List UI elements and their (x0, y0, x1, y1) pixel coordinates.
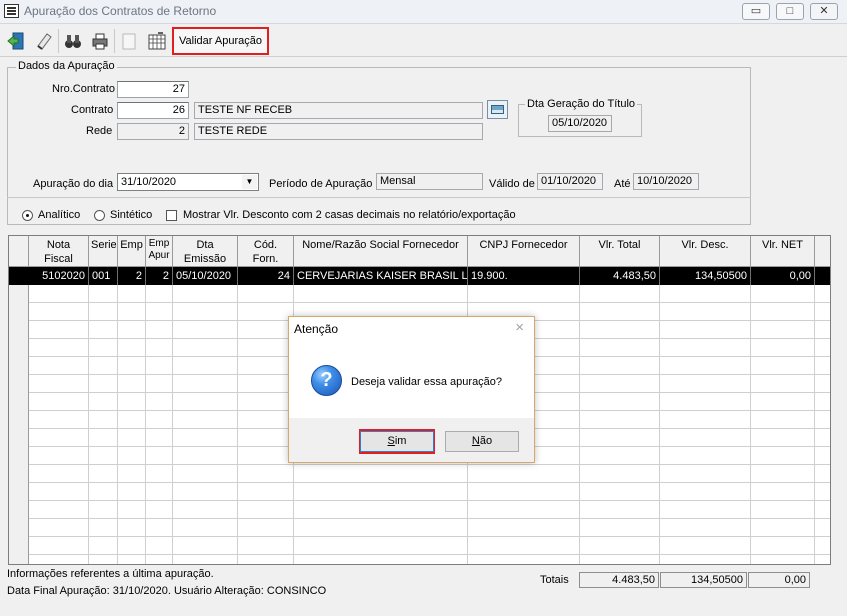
dialog-close-icon[interactable]: × (515, 319, 524, 336)
ate-field: 10/10/2020 (633, 173, 699, 190)
dialog-message: Deseja validar essa apuração? (351, 376, 503, 388)
header-nome-fornecedor[interactable]: Nome/Razão Social Fornecedor (294, 236, 468, 267)
header-serie[interactable]: Serie (89, 236, 118, 267)
periodo-field: Mensal (376, 173, 483, 190)
header-vlr-net[interactable]: Vlr. NET (751, 236, 815, 267)
cell-nome-fornecedor[interactable]: CERVEJARIAS KAISER BRASIL LT (294, 267, 468, 285)
restore-button[interactable]: □ (776, 3, 804, 20)
table-row[interactable]: 5102020 001 2 2 05/10/2020 24 CERVEJARIA… (9, 267, 830, 285)
header-dta-emissao[interactable]: Dta Emissão (173, 236, 238, 267)
nro-contrato-field[interactable]: 27 (117, 81, 189, 98)
totais-label: Totais (540, 574, 569, 586)
dialog-button-bar: Sim Não (289, 418, 534, 462)
document-icon[interactable] (116, 28, 142, 54)
apuracao-dia-select[interactable]: 31/10/2020 ▼ (117, 173, 259, 191)
cell-vlr-net[interactable]: 0,00 (751, 267, 815, 285)
chevron-down-icon[interactable]: ▼ (242, 175, 257, 189)
dta-geracao-field: 05/10/2020 (548, 115, 612, 132)
calendar-grid-icon[interactable] (144, 28, 170, 54)
periodo-label: Período de Apuração (269, 178, 373, 190)
apuracao-dia-label: Apuração do dia (33, 178, 114, 190)
header-vlr-total[interactable]: Vlr. Total (580, 236, 660, 267)
contrato-name-field: TESTE NF RECEB (194, 102, 483, 119)
cell-vlr-desc[interactable]: 134,50500 (660, 267, 751, 285)
close-button[interactable]: ✕ (810, 3, 838, 20)
contract-lookup-button[interactable] (487, 100, 508, 119)
total-net-field: 0,00 (748, 572, 810, 588)
header-vlr-desc[interactable]: Vlr. Desc. (660, 236, 751, 267)
binoculars-icon[interactable] (60, 28, 86, 54)
mostrar-desconto-checkbox[interactable] (166, 210, 177, 221)
contrato-label: Contrato (71, 104, 114, 116)
sintetico-label[interactable]: Sintético (110, 209, 152, 221)
app-window-icon (4, 4, 19, 18)
question-icon: ? (311, 365, 342, 396)
section-divider (7, 197, 751, 198)
cell-cod-forn[interactable]: 24 (238, 267, 294, 285)
cell-vlr-total[interactable]: 4.483,50 (580, 267, 660, 285)
row-selector-header (9, 236, 29, 267)
rede-field: 2 (117, 123, 189, 140)
contrato-field[interactable]: 26 (117, 102, 189, 119)
list-icon (491, 105, 504, 114)
toolbar-separator (114, 29, 115, 53)
analitico-radio[interactable] (22, 210, 33, 221)
dialog-title: Atenção (294, 322, 339, 336)
eraser-icon[interactable] (31, 28, 57, 54)
header-cod-forn[interactable]: Cód. Forn. (238, 236, 294, 267)
row-selector-column[interactable] (9, 267, 29, 564)
header-emp-apur[interactable]: Emp Apur (146, 236, 173, 267)
valido-de-field: 01/10/2020 (537, 173, 603, 190)
cell-nota-fiscal[interactable]: 5102020 (29, 267, 89, 285)
toolbar-separator (58, 29, 59, 53)
header-nota-fiscal[interactable]: Nota Fiscal (29, 236, 89, 267)
nao-button[interactable]: Não (445, 431, 519, 452)
cell-serie[interactable]: 001 (89, 267, 118, 285)
window-title: Apuração dos Contratos de Retorno (24, 4, 217, 18)
sim-button[interactable]: Sim (360, 431, 434, 452)
mostrar-desconto-label[interactable]: Mostrar Vlr. Desconto com 2 casas decima… (183, 209, 516, 221)
group-title: Dados da Apuração (16, 60, 117, 72)
title-bar: Apuração dos Contratos de Retorno ▭ □ ✕ (0, 0, 847, 24)
nro-contrato-label: Nro.Contrato (52, 83, 115, 95)
header-cnpj[interactable]: CNPJ Fornecedor (468, 236, 580, 267)
grid-header: Nota Fiscal Serie Emp Emp Apur Dta Emiss… (9, 236, 830, 267)
analitico-label[interactable]: Analítico (38, 209, 80, 221)
toolbar: Validar Apuração (0, 25, 847, 57)
rede-label: Rede (86, 125, 113, 137)
validar-apuracao-button[interactable]: Validar Apuração (172, 27, 269, 55)
confirmation-dialog: Atenção × ? Deseja validar essa apuração… (288, 316, 535, 463)
valido-de-label: Válido de (489, 178, 535, 190)
exit-icon[interactable] (3, 28, 29, 54)
apuracao-dia-value: 31/10/2020 (121, 176, 177, 188)
rede-name-field: TESTE REDE (194, 123, 483, 140)
cell-cnpj[interactable]: 19.900. (468, 267, 580, 285)
info-line-2: Data Final Apuração: 31/10/2020. Usuário… (7, 585, 327, 597)
printer-icon[interactable] (87, 28, 113, 54)
total-desc-field: 134,50500 (660, 572, 747, 588)
cell-emp-apur[interactable]: 2 (146, 267, 173, 285)
dta-geracao-title: Dta Geração do Título (525, 98, 638, 110)
cell-dta-emissao[interactable]: 05/10/2020 (173, 267, 238, 285)
total-vlr-field: 4.483,50 (579, 572, 659, 588)
minimize-button[interactable]: ▭ (742, 3, 770, 20)
info-line-1: Informações referentes a última apuração… (7, 568, 214, 580)
sintetico-radio[interactable] (94, 210, 105, 221)
header-emp[interactable]: Emp (118, 236, 146, 267)
cell-emp[interactable]: 2 (118, 267, 146, 285)
ate-label: Até (614, 178, 631, 190)
